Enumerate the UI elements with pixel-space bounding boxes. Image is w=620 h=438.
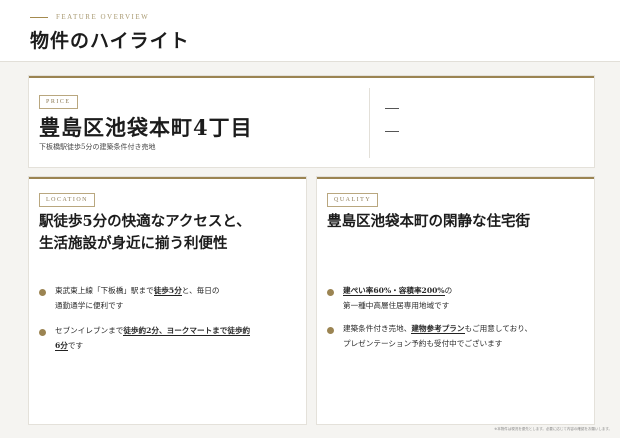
property-address-title: 豊島区池袋本町4丁目 [39,115,253,140]
bullet-text-part: と、毎日の [181,286,220,295]
price-card: PRICE 豊島区池袋本町4丁目 下板橋駅徒歩5分の建築条件付き売地 [29,76,594,167]
location-heading-line: 生活施設が身近に揃う利便性 [39,235,228,252]
bullet-text: 建築条件付き売地、建物参考プランもご用意しており、プレゼンテーション予約も受付中… [343,321,532,351]
quality-card: QUALITY 豊島区池袋本町の閑静な住宅街 建ぺい率60%・容積率200%の第… [317,177,594,424]
location-bullet: セブンイレブンまで徒歩約2分、ヨークマートまで徒歩約 6分です [39,323,301,353]
bullet-text-part: です [67,341,84,350]
location-heading-line: 駅徒歩5分の快適なアクセスと、 [39,213,251,230]
location-tag: LOCATION [39,193,95,207]
price-value-placeholder [385,108,399,109]
bullet-dot-icon [327,289,334,296]
bullet-emphasis: 6分 [55,341,68,351]
price-divider [369,88,370,158]
bullet-text-part: セブンイレブンまで [55,326,124,335]
location-card: LOCATION 駅徒歩5分の快適なアクセスと、 生活施設が身近に揃う利便性 東… [29,177,306,424]
bullet-text-part: 第一種中高層住居専用地域です [343,301,450,310]
bullet-text-part: 東武東上線「下板橋」駅まで [55,286,154,295]
location-heading: 駅徒歩5分の快適なアクセスと、 生活施設が身近に揃う利便性 [39,211,299,255]
footnote: ※本物件は現況を優先とします。必要に応じて内容の確認をお願いします。 [494,427,612,431]
bullet-text-part: の [444,286,453,295]
price-value-placeholder [385,131,399,132]
location-bullet: 東武東上線「下板橋」駅まで徒歩5分と、毎日の通勤通学に便利です [39,283,301,313]
bullet-text: セブンイレブンまで徒歩約2分、ヨークマートまで徒歩約 6分です [55,323,251,353]
bullet-text-part: もご用意しており、 [464,324,533,333]
quality-heading: 豊島区池袋本町の閑静な住宅街 [327,213,530,230]
bullet-dot-icon [39,329,46,336]
quality-tag: QUALITY [327,193,379,207]
bullet-emphasis: 徒歩約2分、ヨークマートまで徒歩約 [123,326,251,336]
eyebrow-label: FEATURE OVERVIEW [56,13,150,21]
page-header: FEATURE OVERVIEW 物件のハイライト [0,0,620,62]
bullet-text-part: プレゼンテーション予約も受付中でございます [343,339,503,348]
bullet-text-part: 通勤通学に便利です [55,301,124,310]
bullet-dot-icon [327,327,334,334]
bullet-text-part: 建築条件付き売地、 [343,324,412,333]
section-eyebrow: FEATURE OVERVIEW [30,13,149,21]
bullet-emphasis: 建ぺい率60%・容積率200% [343,286,445,296]
bullet-emphasis: 建物参考プラン [411,324,465,334]
bullet-dot-icon [39,289,46,296]
bullet-emphasis: 徒歩5分 [153,286,182,296]
price-tag: PRICE [39,95,78,109]
page-title: 物件のハイライト [30,30,190,52]
eyebrow-rule [30,16,48,18]
bullet-text: 東武東上線「下板橋」駅まで徒歩5分と、毎日の通勤通学に便利です [55,283,219,313]
quality-bullet: 建ぺい率60%・容積率200%の第一種中高層住居専用地域です [327,283,589,313]
property-subtitle: 下板橋駅徒歩5分の建築条件付き売地 [39,143,156,151]
quality-bullet: 建築条件付き売地、建物参考プランもご用意しており、プレゼンテーション予約も受付中… [327,321,589,351]
bullet-text: 建ぺい率60%・容積率200%の第一種中高層住居専用地域です [343,283,452,313]
